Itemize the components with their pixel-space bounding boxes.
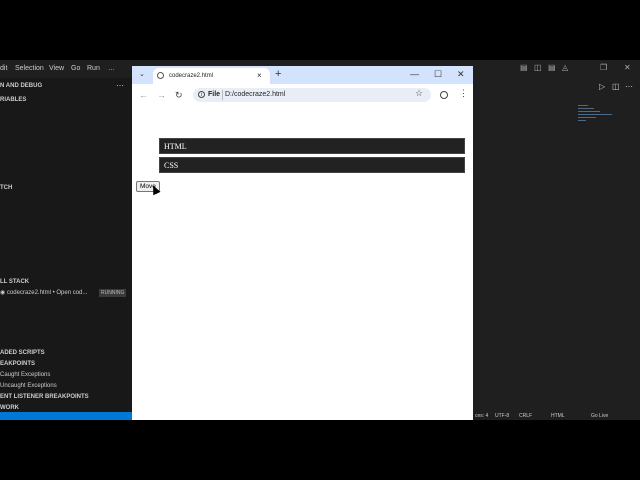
maximize-icon[interactable]: ☐ <box>434 69 442 80</box>
tab-codecraze2[interactable]: codecraze2.html × <box>153 68 270 84</box>
uncaught-exceptions-item[interactable]: Uncaught Exceptions <box>0 383 57 389</box>
event-listener-breakpoints-section[interactable]: ENT LISTENER BREAKPOINTS <box>0 394 89 400</box>
close-icon[interactable]: ✕ <box>457 69 465 80</box>
menu-kebab-icon[interactable]: ⋮ <box>459 88 468 99</box>
call-stack-section[interactable]: LL STACK <box>0 279 29 285</box>
back-arrow-icon[interactable]: ← <box>139 90 148 100</box>
globe-icon <box>157 72 164 79</box>
variables-section[interactable]: RIABLES <box>0 97 26 103</box>
reload-icon[interactable]: ↻ <box>175 90 183 101</box>
sidebar-toggle-icon[interactable]: ◫ <box>534 63 542 72</box>
run-and-debug-title: N AND DEBUG <box>0 83 43 89</box>
loaded-scripts-section[interactable]: ADED SCRIPTS <box>0 350 45 356</box>
menu-run[interactable]: Run <box>87 65 100 72</box>
split-editor-icon[interactable]: ◫ <box>612 82 620 91</box>
status-golive[interactable]: Go Live <box>591 413 608 419</box>
bookmark-star-icon[interactable]: ☆ <box>415 88 423 99</box>
status-language[interactable]: HTML <box>551 413 565 419</box>
vscode-debug-sidebar: N AND DEBUG ⋯ RIABLES TCH LL STACK ◉ cod… <box>0 78 132 412</box>
status-encoding[interactable]: UTF-8 <box>495 413 509 419</box>
editor-more-icon[interactable]: ⋯ <box>625 82 633 91</box>
tab-strip: ⌄ codecraze2.html × + — ☐ ✕ <box>132 66 473 84</box>
page-viewport: HTML CSS Move <box>132 108 473 420</box>
site-info-icon[interactable]: i <box>198 91 205 98</box>
menu-more[interactable]: … <box>108 65 115 72</box>
more-actions-icon[interactable]: ⋯ <box>116 81 124 90</box>
panel-toggle-icon[interactable]: ▤ <box>548 63 556 72</box>
new-tab-button[interactable]: + <box>275 68 281 80</box>
tab-title: codecraze2.html <box>169 73 214 79</box>
minimize-icon[interactable]: — <box>410 69 419 79</box>
session-icon: ◉ <box>0 290 7 296</box>
network-section[interactable]: WORK <box>0 405 19 411</box>
desktop-screen: dit Selection View Go Run … ▤ ◫ ▤ ◬ ❐ ✕ … <box>0 60 640 420</box>
profile-icon[interactable] <box>440 91 448 99</box>
forward-arrow-icon[interactable]: → <box>157 90 166 100</box>
scheme-label: File <box>208 91 221 98</box>
close-window-icon[interactable]: ✕ <box>624 63 631 72</box>
status-indentation[interactable]: ces: 4 <box>475 413 488 419</box>
watch-section[interactable]: TCH <box>0 185 12 191</box>
layout-icon[interactable]: ▤ <box>520 63 528 72</box>
omnibox-divider <box>222 90 223 100</box>
restore-window-icon[interactable]: ❐ <box>600 63 607 72</box>
list-item-css: CSS <box>159 157 465 173</box>
debug-session-item[interactable]: ◉ codecraze2.html • Open cod... <box>0 289 87 296</box>
menu-edit[interactable]: dit <box>0 65 7 72</box>
tab-close-icon[interactable]: × <box>257 71 262 80</box>
menu-view[interactable]: View <box>49 65 64 72</box>
session-status-badge: RUNNING <box>99 289 127 297</box>
minimap[interactable] <box>578 105 618 135</box>
caught-exceptions-item[interactable]: Caught Exceptions <box>0 372 50 378</box>
url-text: D:/codecraze2.html <box>225 91 286 98</box>
status-remote-indicator[interactable] <box>0 412 132 420</box>
run-icon[interactable]: ▷ <box>599 82 605 91</box>
tab-search-icon[interactable]: ⌄ <box>139 70 145 78</box>
menu-selection[interactable]: Selection <box>15 65 44 72</box>
breakpoints-section[interactable]: EAKPOINTS <box>0 361 35 367</box>
menu-go[interactable]: Go <box>71 65 80 72</box>
status-bar-right: ces: 4 UTF-8 CRLF HTML Go Live <box>473 412 640 420</box>
secondary-sidebar-icon[interactable]: ◬ <box>562 63 568 72</box>
address-bar[interactable]: i File D:/codecraze2.html <box>193 88 431 102</box>
list-item-html: HTML <box>159 138 465 154</box>
status-eol[interactable]: CRLF <box>519 413 532 419</box>
chrome-window: ⌄ codecraze2.html × + — ☐ ✕ ← → ↻ i File… <box>132 66 473 420</box>
session-label: codecraze2.html • Open cod... <box>6 290 88 296</box>
browser-toolbar: ← → ↻ i File D:/codecraze2.html ☆ ⋮ <box>132 84 473 106</box>
